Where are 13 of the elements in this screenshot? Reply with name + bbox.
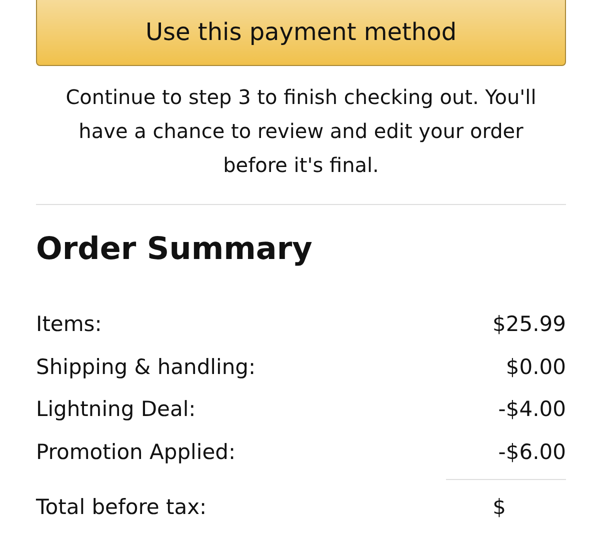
payment-method-button[interactable]: Use this payment method <box>36 0 566 66</box>
row-label: Shipping & handling: <box>36 354 256 379</box>
row-amount: -$6.00 <box>498 440 566 464</box>
summary-title: Order Summary <box>36 231 314 267</box>
row-label: Lightning Deal: <box>36 397 196 422</box>
checkout-note: Continue to step 3 to finish checking out. You'll have a chance to review and edit your order before it's final. <box>64 84 538 179</box>
row-amount: -$4.00 <box>498 397 566 422</box>
row-amount: $0.00 <box>506 354 566 379</box>
row-amount: $25.99 <box>492 312 566 336</box>
total-label: Total before tax: <box>36 495 207 520</box>
total-amount: $ <box>492 495 506 520</box>
row-label: Items: <box>36 312 102 336</box>
row-label: Promotion Applied: <box>36 440 236 464</box>
